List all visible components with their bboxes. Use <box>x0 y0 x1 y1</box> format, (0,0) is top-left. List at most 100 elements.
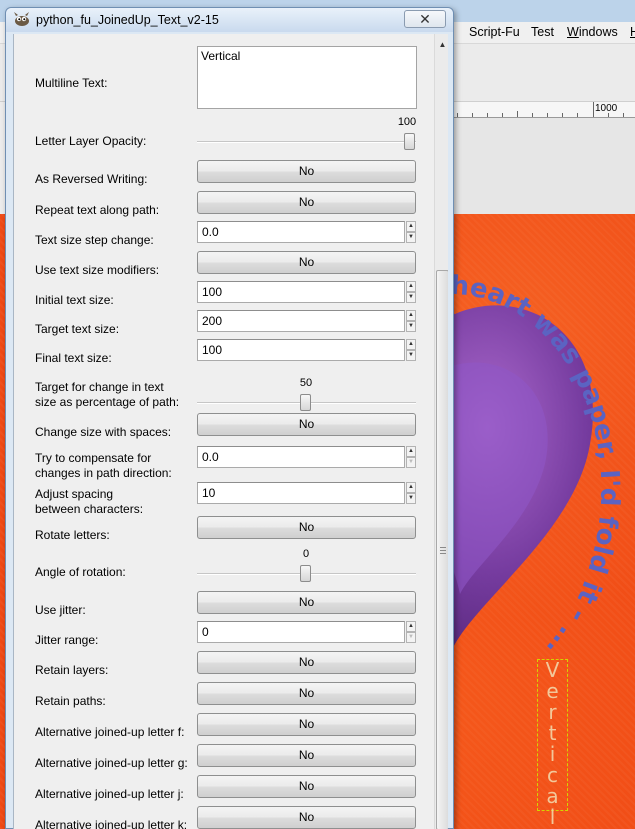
spin-up-icon[interactable]: ▲ <box>406 281 416 292</box>
size-step-change-input[interactable]: 0.0 <box>197 221 405 243</box>
adjust-spacing-spinner[interactable]: ▲ ▼ <box>406 482 416 504</box>
repeat-along-path-label: Repeat text along path: <box>35 203 160 217</box>
jitter-range-label: Jitter range: <box>35 633 99 647</box>
horizontal-ruler[interactable]: 1000 <box>452 102 635 118</box>
spin-down-icon[interactable]: ▼ <box>406 493 416 504</box>
angle-rotation-value: 0 <box>302 548 310 560</box>
spin-down-icon[interactable]: ▼ <box>406 232 416 243</box>
use-jitter-button[interactable]: No <box>197 591 416 614</box>
alt-letter-f-label: Alternative joined-up letter f: <box>35 725 185 739</box>
compensate-value: 0.0 <box>202 450 219 464</box>
target-size-label: Target text size: <box>35 322 120 336</box>
initial-size-label: Initial text size: <box>35 293 114 307</box>
multiline-text-label: Multiline Text: <box>35 76 108 90</box>
retain-paths-button[interactable]: No <box>197 682 416 705</box>
scroll-grip-icon <box>440 547 446 556</box>
menu-script-fu[interactable]: Script-Fu <box>469 25 520 39</box>
rotate-letters-label: Rotate letters: <box>35 528 110 542</box>
letter-opacity-slider-thumb[interactable] <box>404 133 415 150</box>
multiline-text-input[interactable]: Vertical <box>197 46 417 109</box>
reversed-writing-label: As Reversed Writing: <box>35 172 148 186</box>
spin-up-icon[interactable]: ▲ <box>406 221 416 232</box>
target-change-value: 50 <box>299 377 313 389</box>
final-size-value: 100 <box>202 343 223 357</box>
jitter-range-spinner[interactable]: ▲ ▼ <box>406 621 416 643</box>
scroll-up-arrow-icon[interactable]: ▲ <box>435 38 448 52</box>
alt-letter-k-button[interactable]: No <box>197 806 416 829</box>
spin-down-icon[interactable]: ▼ <box>406 292 416 303</box>
size-modifiers-button[interactable]: No <box>197 251 416 274</box>
spin-up-icon[interactable]: ▲ <box>406 339 416 350</box>
adjust-spacing-input[interactable]: 10 <box>197 482 405 504</box>
compensate-label-line2: changes in path direction: <box>35 466 172 480</box>
menu-test[interactable]: Test <box>531 25 554 39</box>
jitter-range-value: 0 <box>202 625 209 639</box>
vertical-char: c <box>547 763 558 787</box>
target-size-spinner[interactable]: ▲ ▼ <box>406 310 416 332</box>
compensate-spinner[interactable]: ▲ ▼ <box>406 446 416 468</box>
jitter-range-input[interactable]: 0 <box>197 621 405 643</box>
spin-down-icon[interactable]: ▼ <box>406 632 416 643</box>
vertical-scrollbar[interactable]: ▲ <box>434 34 448 829</box>
target-change-label-line1: Target for change in text <box>35 380 164 394</box>
alt-letter-f-button[interactable]: No <box>197 713 416 736</box>
final-size-spinner[interactable]: ▲ ▼ <box>406 339 416 361</box>
alt-letter-k-label: Alternative joined-up letter k: <box>35 818 188 829</box>
ruler-label: 1000 <box>595 103 618 114</box>
gimp-wilber-icon <box>14 12 29 26</box>
final-size-label: Final text size: <box>35 351 112 365</box>
retain-layers-button[interactable]: No <box>197 651 416 674</box>
rotate-letters-button[interactable]: No <box>197 516 416 539</box>
vertical-char: a <box>546 784 559 808</box>
reversed-writing-button[interactable]: No <box>197 160 416 183</box>
alt-letter-g-button[interactable]: No <box>197 744 416 767</box>
vertical-char: l <box>549 805 556 829</box>
initial-size-spinner[interactable]: ▲ ▼ <box>406 281 416 303</box>
adjust-spacing-label-line1: Adjust spacing <box>35 487 114 501</box>
spin-down-icon[interactable]: ▼ <box>406 350 416 361</box>
size-modifiers-label: Use text size modifiers: <box>35 263 160 277</box>
repeat-along-path-button[interactable]: No <box>197 191 416 214</box>
vertical-char: r <box>548 700 557 724</box>
spin-up-icon[interactable]: ▲ <box>406 310 416 321</box>
spin-up-icon[interactable]: ▲ <box>406 621 416 632</box>
vertical-char: e <box>546 679 559 703</box>
use-jitter-label: Use jitter: <box>35 603 86 617</box>
vertical-char: V <box>545 658 560 682</box>
compensate-input[interactable]: 0.0 <box>197 446 405 468</box>
letter-opacity-track[interactable] <box>197 141 416 143</box>
alt-letter-j-label: Alternative joined-up letter j: <box>35 787 184 801</box>
alt-letter-j-button[interactable]: No <box>197 775 416 798</box>
final-size-input[interactable]: 100 <box>197 339 405 361</box>
retain-paths-label: Retain paths: <box>35 694 106 708</box>
plugin-dialog: python_fu_JoinedUp_Text_v2-15 ✕ Multilin… <box>5 7 454 829</box>
letter-opacity-value: 100 <box>397 116 417 128</box>
size-step-change-spinner[interactable]: ▲ ▼ <box>406 221 416 243</box>
dialog-titlebar[interactable]: python_fu_JoinedUp_Text_v2-15 ✕ <box>6 8 453 32</box>
vertical-text-layer[interactable]: V e r t i c a l <box>537 658 568 828</box>
close-button[interactable]: ✕ <box>404 10 446 28</box>
dialog-content: Multiline Text: Vertical Letter Layer Op… <box>13 34 448 829</box>
spin-down-icon[interactable]: ▼ <box>406 321 416 332</box>
scrollbar-thumb[interactable] <box>436 270 448 829</box>
initial-size-input[interactable]: 100 <box>197 281 405 303</box>
initial-size-value: 100 <box>202 285 223 299</box>
vertical-char: t <box>548 721 557 745</box>
vertical-char: i <box>549 742 556 766</box>
multiline-text-value: Vertical <box>201 49 241 63</box>
target-size-value: 200 <box>202 314 223 328</box>
size-step-change-value: 0.0 <box>202 225 219 239</box>
angle-rotation-slider-thumb[interactable] <box>300 565 311 582</box>
adjust-spacing-value: 10 <box>202 486 216 500</box>
menu-help[interactable]: H <box>630 25 635 39</box>
menu-windows[interactable]: Windows <box>567 25 618 39</box>
adjust-spacing-label-line2: between characters: <box>35 502 144 516</box>
target-size-input[interactable]: 200 <box>197 310 405 332</box>
change-with-spaces-label: Change size with spaces: <box>35 425 172 439</box>
change-with-spaces-button[interactable]: No <box>197 413 416 436</box>
spin-up-icon[interactable]: ▲ <box>406 482 416 493</box>
spin-down-icon[interactable]: ▼ <box>406 457 416 468</box>
target-change-slider-thumb[interactable] <box>300 394 311 411</box>
spin-up-icon[interactable]: ▲ <box>406 446 416 457</box>
compensate-label-line1: Try to compensate for <box>35 451 152 465</box>
